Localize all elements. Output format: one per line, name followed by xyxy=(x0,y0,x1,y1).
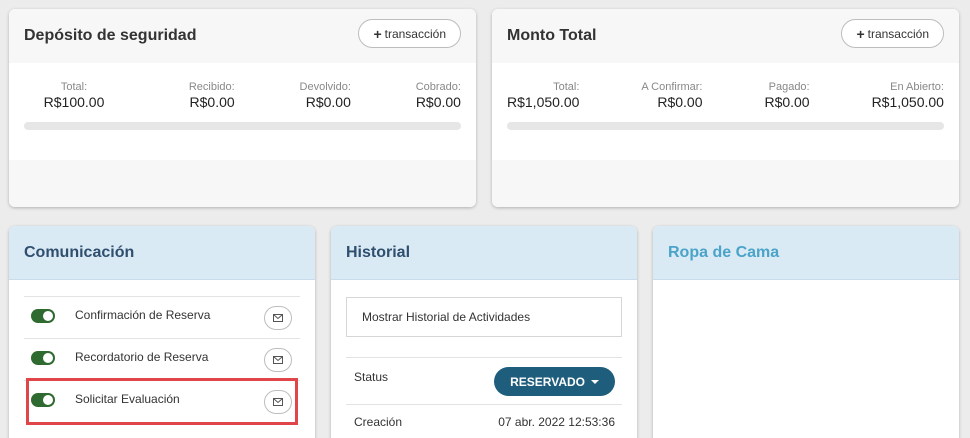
plus-icon: + xyxy=(373,25,382,42)
status-label: Status xyxy=(354,370,389,384)
status-value: RESERVADO xyxy=(510,374,585,389)
mail-icon xyxy=(273,314,283,322)
deposit-progress-bar xyxy=(24,122,461,130)
comm-row-confirmation: Confirmación de Reserva xyxy=(24,296,300,338)
toggle-switch[interactable] xyxy=(31,309,55,323)
deposit-stat-charged: Cobrado: R$0.00 xyxy=(416,81,461,110)
deposit-card: Depósito de seguridad + transacción Tota… xyxy=(9,9,476,207)
total-card: Monto Total + transacción Total: R$1,050… xyxy=(492,9,959,207)
deposit-stat-received: Recibido: R$0.00 xyxy=(189,81,235,110)
created-label: Creación xyxy=(354,415,403,429)
bedding-header: Ropa de Cama xyxy=(653,226,959,280)
toggle-switch[interactable] xyxy=(31,351,55,365)
total-stat-paid: Pagado: R$0.00 xyxy=(764,81,809,110)
total-title: Monto Total xyxy=(507,27,597,44)
stat-label: Total: xyxy=(553,81,580,93)
bedding-card: Ropa de Cama xyxy=(653,226,959,438)
status-row: Status RESERVADO xyxy=(346,357,622,404)
deposit-add-transaction-button[interactable]: + transacción xyxy=(358,19,461,48)
deposit-footer xyxy=(9,160,476,207)
comm-row-reminder: Recordatorio de Reserva xyxy=(24,338,300,380)
stat-label: Pagado: xyxy=(768,81,810,93)
history-header: Historial xyxy=(331,226,637,280)
stat-label: En Abierto: xyxy=(890,81,944,93)
communication-title: Comunicación xyxy=(24,244,135,261)
toggle-knob xyxy=(43,353,53,363)
deposit-title: Depósito de seguridad xyxy=(24,27,197,44)
stat-value: R$1,050.00 xyxy=(507,94,580,110)
history-title: Historial xyxy=(346,244,411,261)
caret-down-icon xyxy=(591,379,599,384)
total-progress-bar xyxy=(507,122,944,130)
stat-value: R$100.00 xyxy=(43,94,105,110)
deposit-stats: Total: R$100.00 Recibido: R$0.00 Devolvi… xyxy=(24,81,461,110)
stat-value: R$0.00 xyxy=(415,94,461,110)
stat-label: Cobrado: xyxy=(415,81,461,93)
plus-icon: + xyxy=(856,25,865,42)
stat-value: R$0.00 xyxy=(189,94,235,110)
highlight-box xyxy=(26,378,298,425)
bedding-title: Ropa de Cama xyxy=(668,244,780,261)
send-email-button[interactable] xyxy=(264,348,292,372)
total-footer xyxy=(492,160,959,207)
mail-icon xyxy=(273,356,283,364)
total-stat-open: En Abierto: R$1,050.00 xyxy=(872,81,944,110)
communication-header: Comunicación xyxy=(9,226,315,280)
toggle-knob xyxy=(43,311,53,321)
stat-label: A Confirmar: xyxy=(641,81,703,93)
history-card: Historial Mostrar Historial de Actividad… xyxy=(331,226,637,438)
total-stat-total: Total: R$1,050.00 xyxy=(507,81,579,110)
total-add-transaction-button[interactable]: + transacción xyxy=(841,19,944,48)
total-stat-to-confirm: A Confirmar: R$0.00 xyxy=(641,81,702,110)
deposit-stat-total: Total: R$100.00 xyxy=(24,81,124,110)
stat-label: Devolvido: xyxy=(299,81,351,93)
deposit-header: Depósito de seguridad + transacción xyxy=(9,9,476,63)
comm-label: Recordatorio de Reserva xyxy=(75,350,209,364)
send-email-button[interactable] xyxy=(264,306,292,330)
deposit-transaction-label: transacción xyxy=(384,26,446,41)
comm-label: Confirmación de Reserva xyxy=(75,308,211,322)
stat-value: R$0.00 xyxy=(764,94,810,110)
total-header: Monto Total + transacción xyxy=(492,9,959,63)
stat-label: Recibido: xyxy=(188,81,235,93)
deposit-stat-returned: Devolvido: R$0.00 xyxy=(300,81,351,110)
stat-value: R$0.00 xyxy=(657,94,703,110)
status-dropdown-button[interactable]: RESERVADO xyxy=(494,367,615,396)
created-row: Creación 07 abr. 2022 12:53:36 xyxy=(346,404,622,438)
stat-value: R$0.00 xyxy=(305,94,351,110)
show-activity-history-button[interactable]: Mostrar Historial de Actividades xyxy=(346,297,622,337)
stat-value: R$1,050.00 xyxy=(871,94,944,110)
created-value: 07 abr. 2022 12:53:36 xyxy=(498,415,615,429)
total-transaction-label: transacción xyxy=(867,26,929,41)
total-stats: Total: R$1,050.00 A Confirmar: R$0.00 Pa… xyxy=(507,81,944,110)
stat-label: Total: xyxy=(60,81,88,93)
